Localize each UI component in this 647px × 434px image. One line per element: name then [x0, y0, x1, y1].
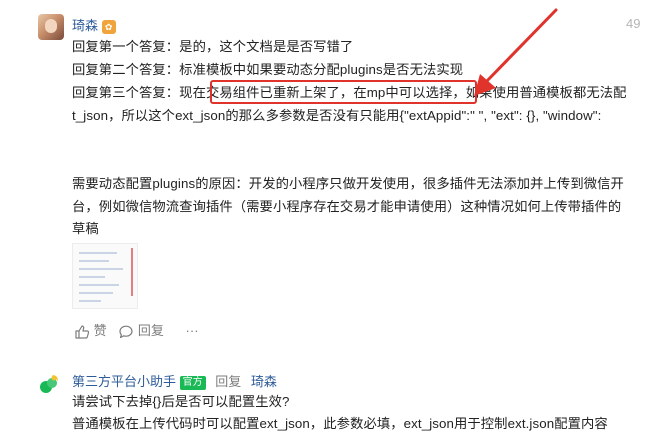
annotation-highlight-box [210, 80, 477, 104]
reply-to-name[interactable]: 琦森 [251, 374, 277, 389]
author-avatar[interactable] [38, 14, 64, 40]
assistant-avatar[interactable] [38, 371, 62, 395]
reply-line-2: 普通模板在上传代码时可以配置ext_json，此参数必填，ext_json用于控… [72, 416, 608, 431]
avatar-face [45, 19, 57, 33]
comment-line-1: 回复第一个答复：是的，这个文档是是否写错了 [72, 39, 354, 54]
official-badge: 官方 [179, 375, 206, 390]
reply-label: 回复 [137, 323, 164, 338]
comment-line-2: 回复第二个答复：标准模板中如果要动态分配plugins是否无法实现 [72, 62, 464, 77]
comment-line-7: 草稿 [72, 221, 99, 236]
author-name-text: 琦森 [72, 18, 99, 33]
comment-actions: 赞 回复 ··· [74, 320, 199, 340]
speech-bubble-icon [119, 325, 133, 338]
more-options-button[interactable]: ··· [186, 323, 199, 338]
like-button[interactable]: 赞 [74, 323, 110, 339]
reply-line-1: 请尝试下去掉{}后是否可以配置生效? [72, 394, 290, 409]
assistant-logo-icon [40, 375, 58, 393]
comment-time: 49 [626, 16, 641, 31]
comment-line-4: t_json，所以这个ext_json的那么多参数是否没有只能用{"extApp… [72, 108, 602, 123]
level-badge-icon: ✿ [101, 19, 116, 34]
like-label: 赞 [93, 323, 107, 338]
author-name[interactable]: 琦森 ✿ [72, 15, 116, 34]
comment-line-5: 需要动态配置plugins的原因：开发的小程序只做开发使用，很多插件无法添加并上… [72, 176, 624, 191]
reply-word: 回复 [215, 374, 242, 389]
reply-button[interactable]: 回复 [118, 323, 167, 338]
attachment-thumbnail[interactable] [72, 243, 138, 309]
comment-line-6: 台，例如微信物流查询插件（需要小程序存在交易才能申请使用）这种情况如何上传带插件… [72, 199, 622, 214]
assistant-name[interactable]: 第三方平台小助手 [72, 374, 176, 389]
thumbs-up-icon [75, 324, 90, 339]
annotation-arrow-icon [474, 8, 558, 96]
reply-header: 第三方平台小助手 官方 回复 琦森 [72, 371, 277, 390]
